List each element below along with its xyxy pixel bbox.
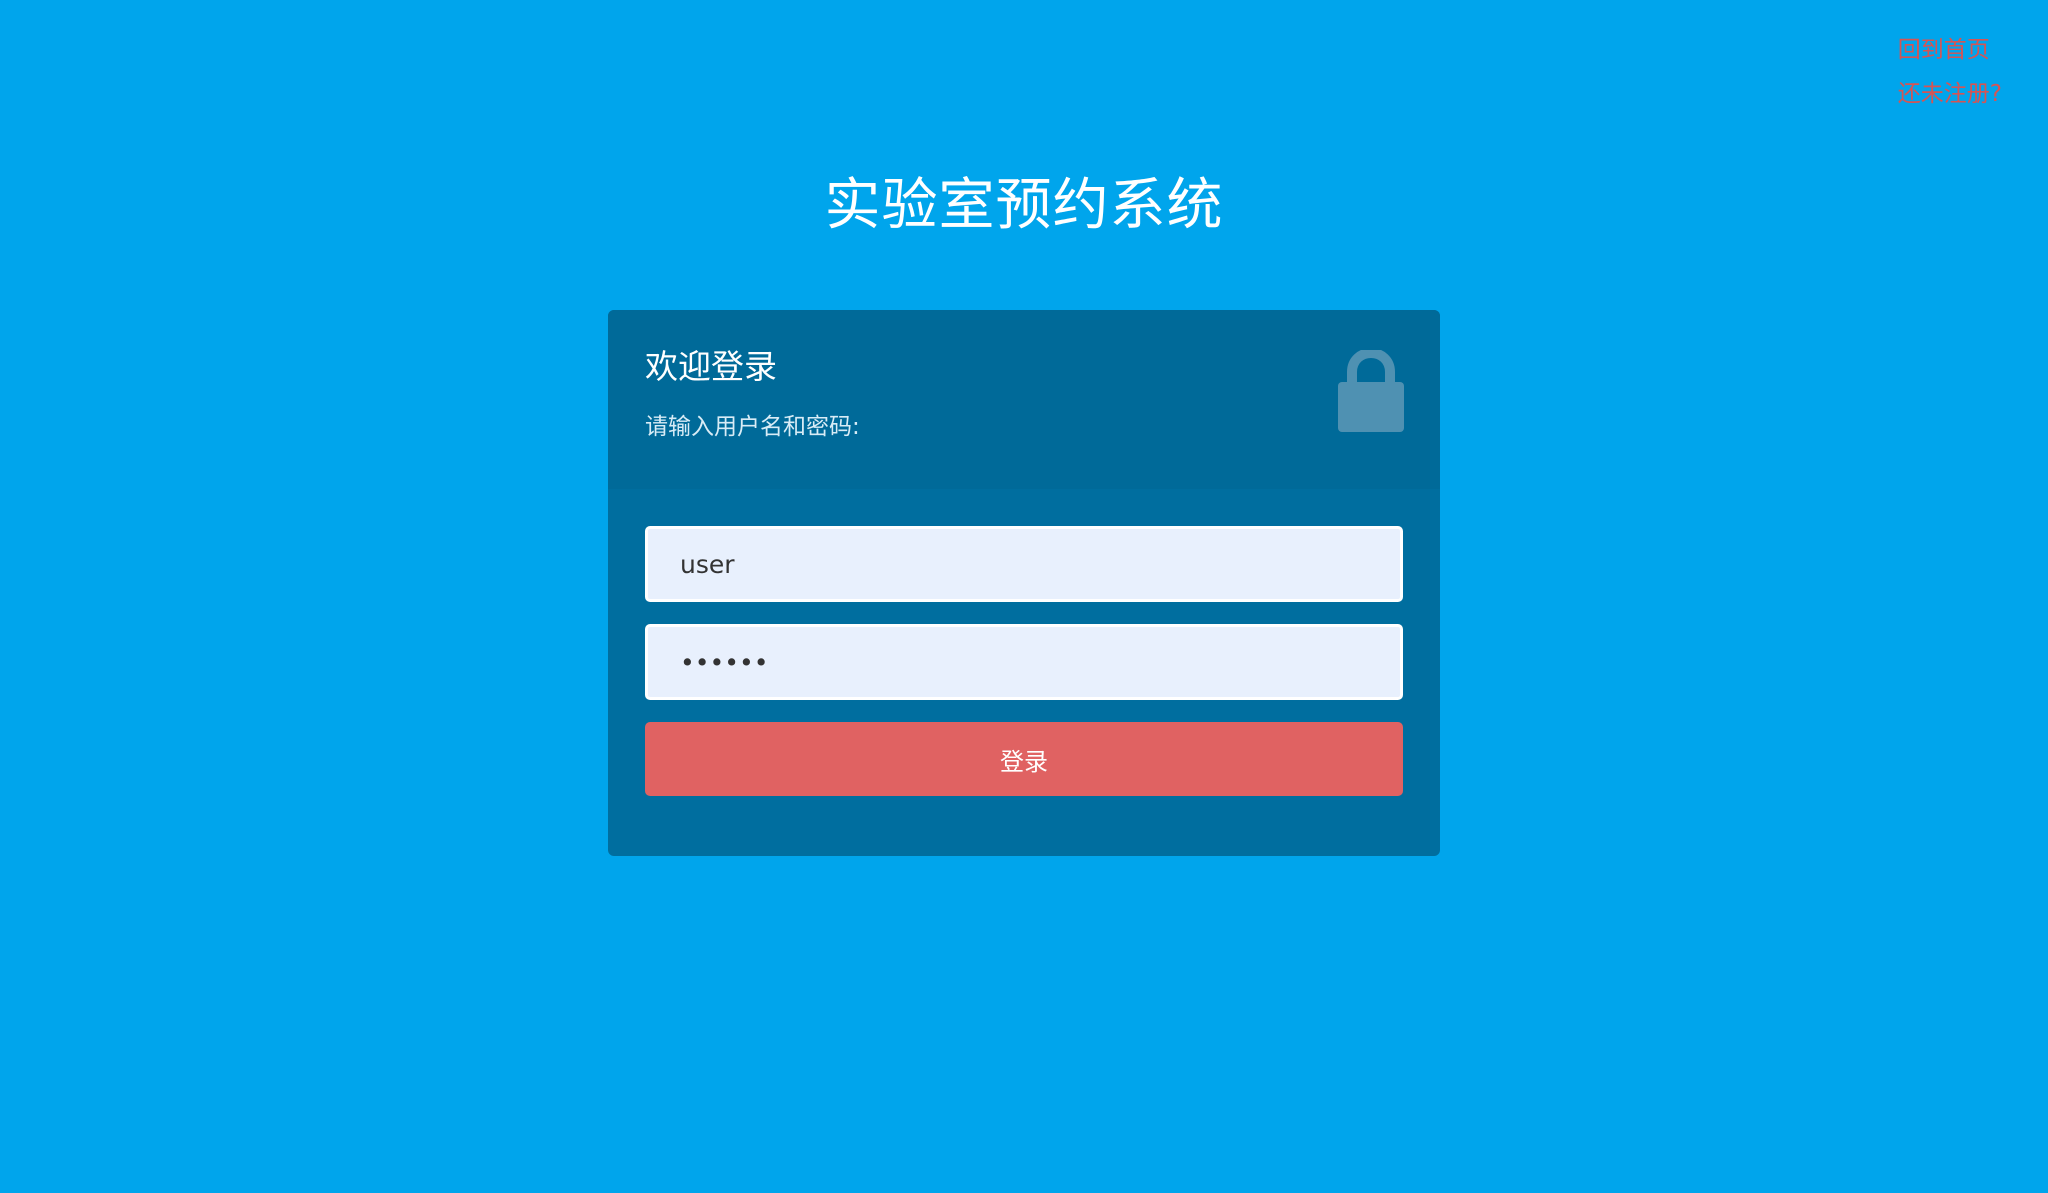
- password-input[interactable]: [645, 624, 1403, 700]
- login-page: 回到首页 还未注册? 实验室预约系统 欢迎登录 请输入用户名和密码: 登录: [0, 0, 2048, 1193]
- username-input[interactable]: [645, 526, 1403, 602]
- lock-icon: [1338, 350, 1404, 432]
- app-title: 实验室预约系统: [824, 173, 1224, 238]
- card-header: 欢迎登录 请输入用户名和密码:: [608, 310, 1440, 489]
- home-link[interactable]: 回到首页: [1898, 36, 2002, 64]
- register-link[interactable]: 还未注册?: [1898, 80, 2002, 108]
- top-links: 回到首页 还未注册?: [1898, 36, 2002, 108]
- card-body: 登录: [608, 489, 1440, 796]
- welcome-subtitle: 请输入用户名和密码:: [645, 414, 860, 440]
- login-button[interactable]: 登录: [645, 722, 1403, 796]
- login-card: 欢迎登录 请输入用户名和密码: 登录: [608, 310, 1440, 856]
- welcome-title: 欢迎登录: [645, 347, 777, 386]
